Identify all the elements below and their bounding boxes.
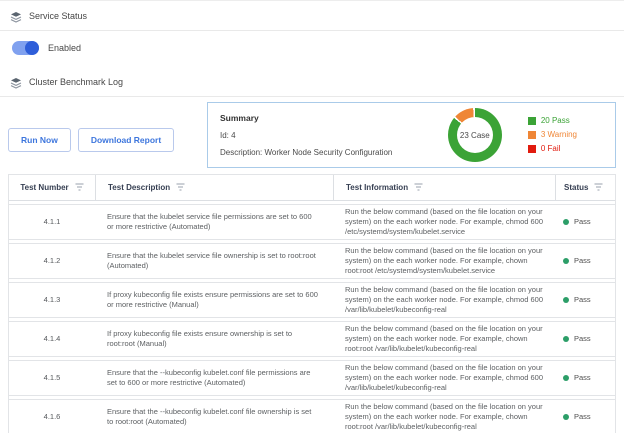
status-pass-dot-icon [563, 336, 569, 342]
cell-test-information: Run the below command (based on the file… [333, 363, 555, 393]
summary-text-block: Summary Id: 4 Description: Worker Node S… [220, 110, 448, 161]
donut-legend: 20 Pass 3 Warning 0 Fail [528, 114, 577, 156]
status-label: Pass [574, 334, 591, 344]
layers-icon [10, 10, 22, 22]
status-pass-dot-icon [563, 219, 569, 225]
table-row[interactable]: 4.1.6 Ensure that the --kubeconfig kubel… [9, 399, 615, 433]
table-row[interactable]: 4.1.5 Ensure that the --kubeconfig kubel… [9, 360, 615, 396]
status-label: Pass [574, 256, 591, 266]
table-header-row: Test Number Test Description Test Inform… [9, 175, 615, 201]
cell-test-number: 4.1.4 [9, 334, 95, 344]
layers-icon [10, 76, 22, 88]
legend-label: 3 Warning [541, 128, 577, 142]
column-header-test-number[interactable]: Test Number [9, 175, 95, 200]
status-label: Pass [574, 412, 591, 422]
cell-test-information: Run the below command (based on the file… [333, 246, 555, 276]
cell-test-description: Ensure that the --kubeconfig kubelet.con… [95, 368, 333, 388]
cell-test-number: 4.1.2 [9, 256, 95, 266]
cluster-benchmark-label: Cluster Benchmark Log [29, 77, 123, 87]
table-row[interactable]: 4.1.3 If proxy kubeconfig file exists en… [9, 282, 615, 318]
cell-status: Pass [555, 256, 615, 266]
filter-icon[interactable] [414, 183, 423, 193]
cell-status: Pass [555, 373, 615, 383]
service-status-section-header: Service Status [0, 1, 624, 31]
cell-test-information: Run the below command (based on the file… [333, 207, 555, 237]
cell-test-information: Run the below command (based on the file… [333, 402, 555, 432]
cell-test-number: 4.1.3 [9, 295, 95, 305]
status-label: Pass [574, 217, 591, 227]
cluster-benchmark-section-header: Cluster Benchmark Log [0, 67, 624, 97]
table-row[interactable]: 4.1.2 Ensure that the kubelet service fi… [9, 243, 615, 279]
cell-test-number: 4.1.6 [9, 412, 95, 422]
filter-icon[interactable] [75, 183, 84, 193]
cell-status: Pass [555, 334, 615, 344]
toggle-knob [25, 41, 39, 55]
column-header-test-description[interactable]: Test Description [95, 175, 333, 200]
legend-item: 3 Warning [528, 128, 577, 142]
filter-icon[interactable] [594, 183, 603, 193]
run-now-button[interactable]: Run Now [8, 128, 71, 152]
legend-item: 20 Pass [528, 114, 577, 128]
summary-card: Summary Id: 4 Description: Worker Node S… [207, 102, 616, 168]
service-status-label: Service Status [29, 11, 87, 21]
enabled-toggle-label: Enabled [48, 43, 81, 53]
cell-test-description: If proxy kubeconfig file exists ensure o… [95, 329, 333, 349]
cell-test-number: 4.1.1 [9, 217, 95, 227]
status-pass-dot-icon [563, 375, 569, 381]
summary-id: Id: 4 [220, 127, 448, 144]
actions-and-summary-band: Run Now Download Report Summary Id: 4 De… [0, 102, 624, 168]
filter-icon[interactable] [176, 183, 185, 193]
cell-test-description: Ensure that the --kubeconfig kubelet.con… [95, 407, 333, 427]
table-row[interactable]: 4.1.4 If proxy kubeconfig file exists en… [9, 321, 615, 357]
legend-label: 20 Pass [541, 114, 570, 128]
legend-swatch-icon [528, 145, 536, 153]
cell-status: Pass [555, 412, 615, 422]
cell-test-information: Run the below command (based on the file… [333, 285, 555, 315]
cell-test-description: If proxy kubeconfig file exists ensure p… [95, 290, 333, 310]
legend-swatch-icon [528, 131, 536, 139]
cell-test-information: Run the below command (based on the file… [333, 324, 555, 354]
enabled-toggle[interactable] [12, 41, 39, 55]
column-header-test-information[interactable]: Test Information [333, 175, 555, 200]
column-header-status[interactable]: Status [555, 175, 615, 200]
cell-test-description: Ensure that the kubelet service file per… [95, 212, 333, 232]
status-pass-dot-icon [563, 297, 569, 303]
cell-test-description: Ensure that the kubelet service file own… [95, 251, 333, 271]
cell-status: Pass [555, 295, 615, 305]
legend-swatch-icon [528, 117, 536, 125]
status-label: Pass [574, 295, 591, 305]
table-row[interactable]: 4.1.1 Ensure that the kubelet service fi… [9, 204, 615, 240]
cell-test-number: 4.1.5 [9, 373, 95, 383]
cell-status: Pass [555, 217, 615, 227]
status-pass-dot-icon [563, 258, 569, 264]
legend-item: 0 Fail [528, 142, 577, 156]
action-buttons: Run Now Download Report [8, 102, 207, 152]
service-status-toggle-row: Enabled [0, 39, 624, 57]
benchmark-results-table: Test Number Test Description Test Inform… [8, 174, 616, 433]
status-label: Pass [574, 373, 591, 383]
donut-center-label: 23 Case [457, 117, 493, 153]
legend-label: 0 Fail [541, 142, 561, 156]
status-pass-dot-icon [563, 414, 569, 420]
download-report-button[interactable]: Download Report [78, 128, 174, 152]
summary-description: Description: Worker Node Security Config… [220, 144, 448, 161]
donut-chart: 23 Case [448, 108, 502, 162]
summary-title: Summary [220, 110, 448, 127]
table-body: 4.1.1 Ensure that the kubelet service fi… [9, 204, 615, 433]
